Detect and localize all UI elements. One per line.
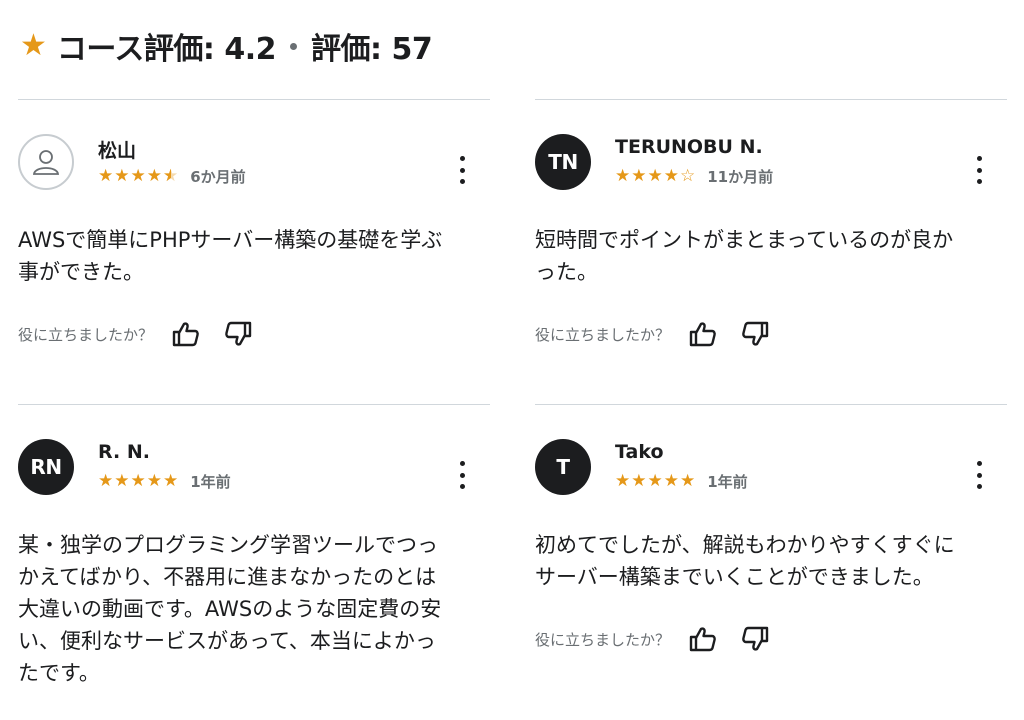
review-card: 松山 ★ ★ ★ ★ ★ ★ 6か月前 AWSで簡単にPHPサーバー構築の基礎を学… — [18, 99, 490, 399]
review-date: 1年前 — [190, 473, 231, 491]
thumbs-down-icon[interactable] — [738, 623, 772, 655]
star-full-icon: ★ — [647, 166, 663, 186]
star-full-icon: ★ — [631, 471, 647, 491]
star-full-icon: ★ — [163, 471, 179, 491]
star-rating: ★ ★ ★ ★ ★ ★ — [98, 168, 178, 185]
review-card: TN TERUNOBU N. ★ ★ ★ ★ ☆ 11か月前 短時間でポイントが… — [535, 99, 1007, 399]
separator-dot — [290, 42, 297, 50]
avatar — [18, 134, 74, 190]
thumbs-down-icon[interactable] — [738, 318, 772, 350]
helpful-feedback: 役に立ちましたか？ — [535, 318, 790, 350]
course-rating-header: ★ コース評価: 4.2 評価: 57 — [20, 26, 433, 68]
star-rating: ★ ★ ★ ★ ★ — [615, 473, 695, 490]
helpful-question: 役に立ちましたか？ — [535, 325, 671, 344]
helpful-feedback: 役に立ちましたか？ — [18, 318, 273, 350]
star-full-icon: ★ — [631, 166, 647, 186]
helpful-feedback: 役に立ちましたか？ — [535, 623, 790, 655]
star-full-icon: ★ — [98, 471, 114, 491]
star-full-icon: ★ — [647, 471, 663, 491]
more-options-icon[interactable] — [452, 156, 472, 184]
review-meta: ★ ★ ★ ★ ☆ 11か月前 — [615, 166, 773, 187]
reviewer-name: 松山 — [98, 140, 137, 162]
thumbs-up-icon[interactable] — [686, 623, 720, 655]
more-options-icon[interactable] — [969, 156, 989, 184]
star-full-icon: ★ — [615, 471, 631, 491]
review-text: 初めてでしたが、解説もわかりやすくすぐに サーバー構築までいくことができました。 — [535, 533, 955, 589]
star-full-icon: ★ — [114, 166, 130, 186]
reviewer-name: TERUNOBU N. — [615, 136, 763, 158]
star-full-icon: ★ — [663, 166, 679, 186]
star-half-icon: ★ ★ — [163, 166, 179, 186]
review-text: 短時間でポイントがまとまっているのが良か った。 — [535, 228, 954, 284]
review-date: 6か月前 — [190, 168, 246, 186]
review-date: 11か月前 — [707, 168, 774, 186]
review-meta: ★ ★ ★ ★ ★ 1年前 — [615, 471, 748, 492]
star-full-icon: ★ — [663, 471, 679, 491]
review-text: 某・独学のプログラミング学習ツールでつっ かえてばかり、不器用に進まなかったのと… — [18, 533, 442, 685]
review-card: T Tako ★ ★ ★ ★ ★ 1年前 初めてでしたが、解説もわかりやすくすぐ… — [535, 404, 1007, 720]
thumbs-up-icon[interactable] — [686, 318, 720, 350]
star-full-icon: ★ — [130, 166, 146, 186]
helpful-question: 役に立ちましたか？ — [18, 325, 154, 344]
review-text: AWSで簡単にPHPサーバー構築の基礎を学ぶ 事ができた。 — [18, 228, 443, 284]
thumbs-up-icon[interactable] — [169, 318, 203, 350]
ratings-count: 評価: 57 — [311, 32, 433, 67]
thumbs-down-icon[interactable] — [221, 318, 255, 350]
star-icon: ★ — [20, 28, 47, 63]
star-rating: ★ ★ ★ ★ ★ — [98, 473, 178, 490]
star-empty-icon: ☆ — [680, 166, 696, 186]
avatar: T — [535, 439, 591, 495]
star-full-icon: ★ — [680, 471, 696, 491]
more-options-icon[interactable] — [452, 461, 472, 489]
review-meta: ★ ★ ★ ★ ★ 1年前 — [98, 471, 231, 492]
user-icon — [32, 150, 60, 175]
star-full-icon: ★ — [130, 471, 146, 491]
course-rating-title: コース評価: 4.2 — [56, 32, 277, 67]
reviewer-name: Tako — [615, 441, 664, 463]
star-full-icon: ★ — [98, 166, 114, 186]
review-meta: ★ ★ ★ ★ ★ ★ 6か月前 — [98, 166, 246, 187]
star-rating: ★ ★ ★ ★ ☆ — [615, 168, 695, 185]
star-full-icon: ★ — [615, 166, 631, 186]
star-full-icon: ★ — [146, 166, 162, 186]
review-card: RN R. N. ★ ★ ★ ★ ★ 1年前 某・独学のプログラミング学習ツール… — [18, 404, 490, 720]
star-full-icon: ★ — [114, 471, 130, 491]
avatar: TN — [535, 134, 591, 190]
avatar: RN — [18, 439, 74, 495]
helpful-question: 役に立ちましたか？ — [535, 630, 671, 649]
star-full-icon: ★ — [146, 471, 162, 491]
more-options-icon[interactable] — [969, 461, 989, 489]
reviewer-name: R. N. — [98, 441, 150, 463]
review-date: 1年前 — [707, 473, 748, 491]
